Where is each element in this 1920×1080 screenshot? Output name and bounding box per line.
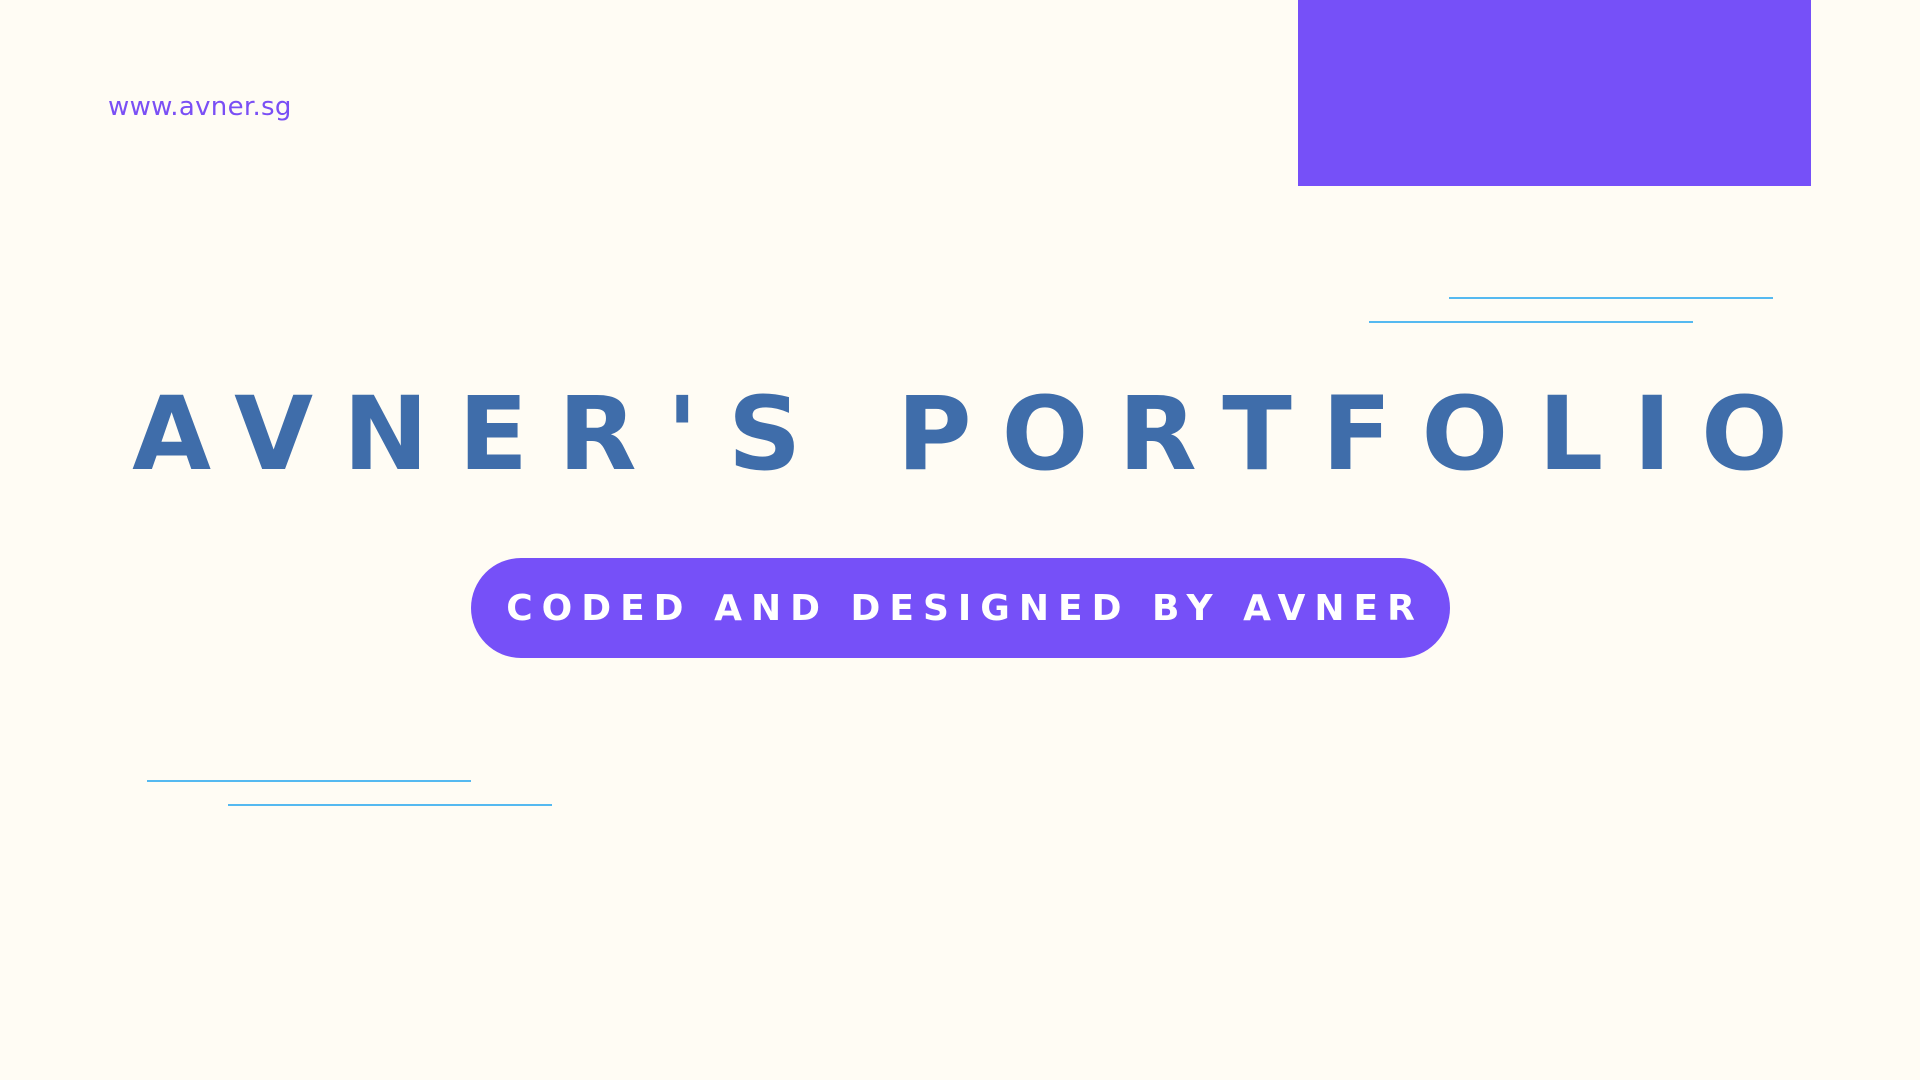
decorative-line [228, 804, 552, 806]
portfolio-cover: www.avner.sg AVNER'S PORTFOLIO CODED AND… [0, 0, 1920, 1080]
decorative-line [147, 780, 471, 782]
accent-block [1298, 0, 1811, 186]
decorative-line [1369, 321, 1693, 323]
decorative-line [1449, 297, 1773, 299]
page-title: AVNER'S PORTFOLIO [132, 375, 1818, 494]
subtitle-badge: CODED AND DESIGNED BY AVNER [471, 558, 1450, 658]
site-url-link[interactable]: www.avner.sg [108, 92, 292, 122]
subtitle-text: CODED AND DESIGNED BY AVNER [506, 587, 1424, 629]
